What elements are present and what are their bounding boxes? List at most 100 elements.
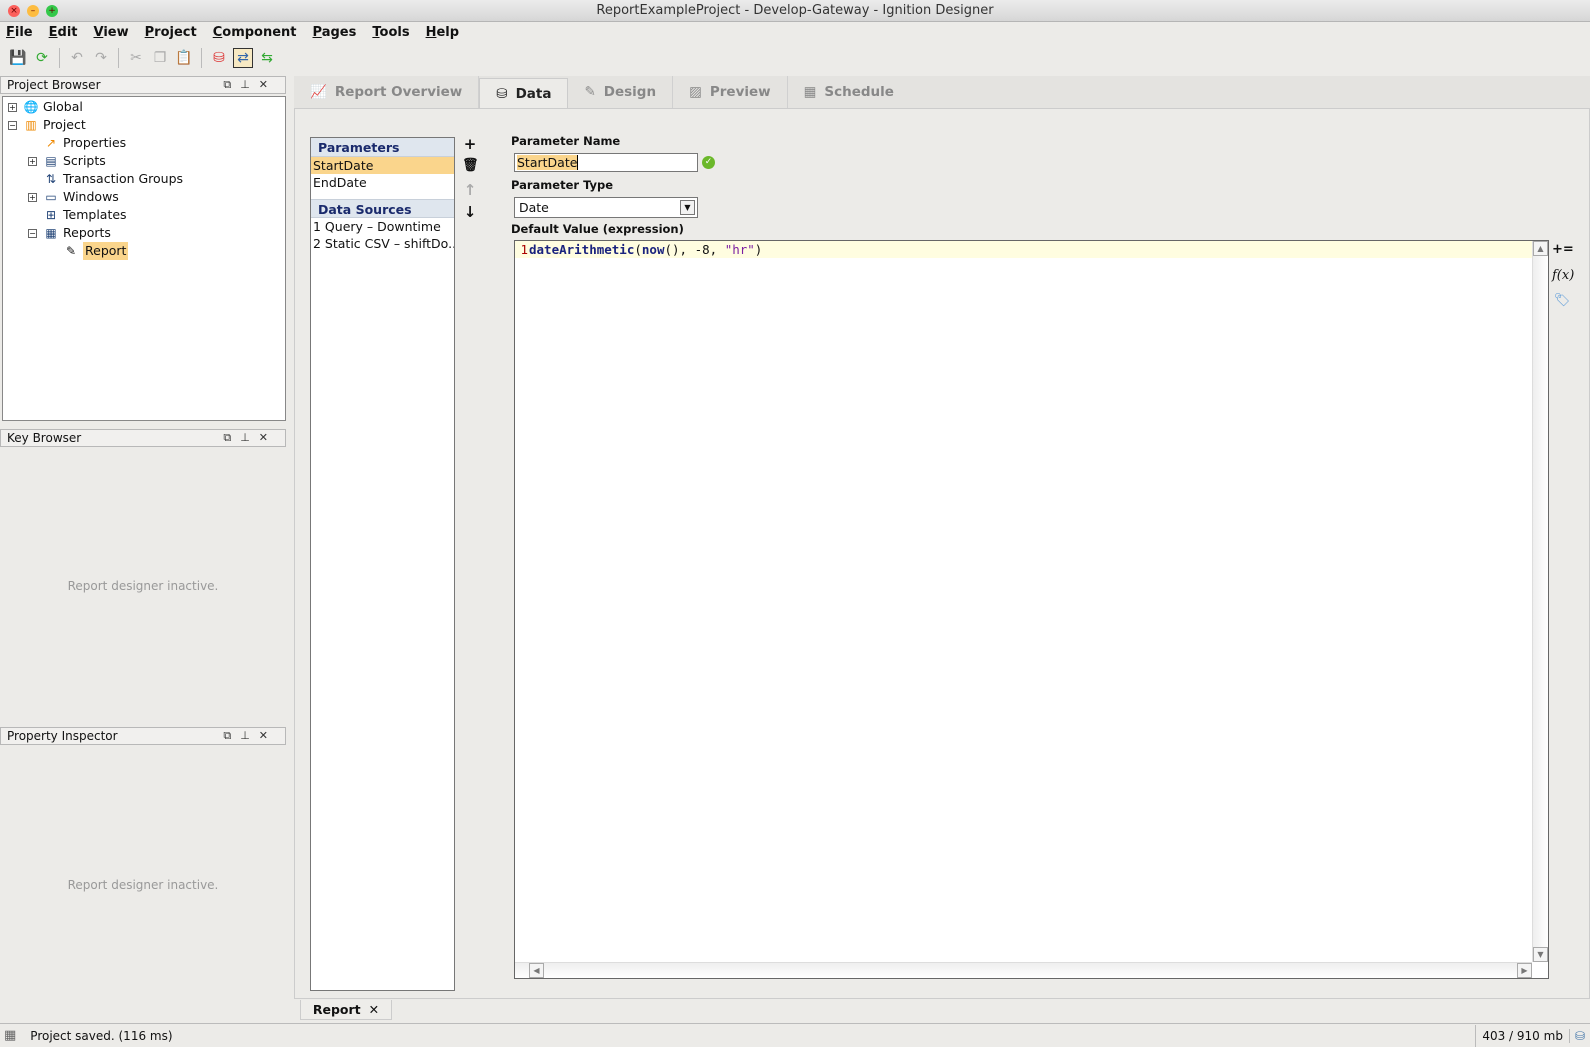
scroll-down-icon[interactable]: ▼ <box>1533 947 1548 962</box>
trash-icon[interactable]: 🗑 <box>462 158 479 174</box>
panel-controls[interactable]: ⧉⊥✕ <box>223 77 277 93</box>
panel-title: Property Inspector <box>7 729 118 743</box>
tree-item-scripts[interactable]: ▤ Scripts <box>43 152 106 170</box>
tree-label: Report <box>83 242 129 260</box>
collapse-icon[interactable]: − <box>8 121 17 130</box>
tab-schedule[interactable]: ▦ Schedule <box>788 76 910 108</box>
transaction-groups-icon: ⇅ <box>45 172 57 186</box>
undo-icon[interactable]: ↶ <box>67 48 87 68</box>
parameter-item[interactable]: StartDate <box>311 157 454 174</box>
code-token: ( <box>634 242 642 257</box>
chevron-down-icon[interactable]: ▼ <box>680 200 695 215</box>
scripts-icon: ▤ <box>45 154 57 168</box>
memory-usage[interactable]: 403 / 910 mb <box>1475 1024 1569 1047</box>
scroll-right-icon[interactable]: ▶ <box>1517 963 1532 978</box>
copy-icon[interactable]: ❐ <box>150 48 170 68</box>
comm-read-only-icon[interactable]: ⇄ <box>233 48 253 68</box>
parameter-name-input[interactable]: StartDate <box>514 153 698 172</box>
expand-icon[interactable]: + <box>8 103 17 112</box>
tab-design[interactable]: ✎ Design <box>568 76 674 108</box>
scroll-up-icon[interactable]: ▲ <box>1533 241 1548 256</box>
divider <box>59 48 60 68</box>
tree-item-transaction-groups[interactable]: ⇅ Transaction Groups <box>43 170 183 188</box>
add-icon[interactable]: + <box>462 135 478 153</box>
document-tab-report[interactable]: Report ✕ <box>300 1000 392 1020</box>
expand-icon[interactable]: + <box>28 193 37 202</box>
data-source-item[interactable]: 1 Query – Downtime <box>311 218 454 235</box>
menu-tools[interactable]: Tools <box>372 22 418 44</box>
tree-item-windows[interactable]: ▭ Windows <box>43 188 119 206</box>
parameter-type-select[interactable]: Date ▼ <box>514 197 698 218</box>
globe-icon: 🌐 <box>23 100 39 114</box>
menu-help[interactable]: Help <box>426 22 468 44</box>
insert-property-icon[interactable]: += <box>1552 242 1574 257</box>
paste-icon[interactable]: 📋 <box>174 48 194 68</box>
minimize-window-button[interactable]: – <box>27 5 39 17</box>
database-disconnect-icon[interactable]: ⛁ <box>209 48 229 68</box>
tab-report-overview[interactable]: 📈 Report Overview <box>294 76 480 108</box>
comm-read-write-icon[interactable]: ⇆ <box>257 48 277 68</box>
expression-editor[interactable]: 1dateArithmetic(now(), -8, "hr") ▲ ▼ ◀ ▶ <box>514 240 1549 979</box>
window-title: ReportExampleProject - Develop-Gateway -… <box>596 3 994 18</box>
refresh-icon[interactable]: ⟳ <box>32 48 52 68</box>
close-icon[interactable]: ✕ <box>369 1002 379 1017</box>
report-icon: ✎ <box>65 244 77 258</box>
project-tree: + 🌐 Global − ▥ Project ↗ Properties + ▤ Scri… <box>2 96 286 421</box>
tree-item-properties[interactable]: ↗ Properties <box>43 134 126 152</box>
function-icon[interactable]: f(x) <box>1552 268 1574 283</box>
menu-file[interactable]: File <box>6 22 42 44</box>
save-icon[interactable]: 💾 <box>8 48 28 68</box>
tree-item-report[interactable]: ✎ Report <box>63 242 129 260</box>
pencil-icon: ✎ <box>584 84 596 100</box>
tree-label: Transaction Groups <box>63 171 184 186</box>
properties-icon: ↗ <box>45 136 57 150</box>
database-icon: ⛁ <box>496 85 508 102</box>
scroll-left-icon[interactable]: ◀ <box>529 963 544 978</box>
code-line: 1dateArithmetic(now(), -8, "hr") <box>515 241 1532 258</box>
image-icon: ▨ <box>689 84 702 100</box>
project-browser-header: Project Browser ⧉⊥✕ <box>0 76 286 94</box>
tag-icon[interactable]: 🏷 <box>1552 293 1572 308</box>
panel-title: Key Browser <box>7 431 82 445</box>
vertical-scrollbar[interactable]: ▲ ▼ <box>1532 241 1548 962</box>
expand-icon[interactable]: + <box>28 157 37 166</box>
code-token: ) <box>754 242 763 257</box>
panel-controls[interactable]: ⧉⊥✕ <box>223 728 277 744</box>
maximize-window-button[interactable]: + <box>46 5 58 17</box>
report-tabs: 📈 Report Overview ⛁ Data ✎ Design ▨ Preview … <box>294 76 1590 109</box>
tree-item-templates[interactable]: ⊞ Templates <box>43 206 127 224</box>
menu-component[interactable]: Component <box>213 22 306 44</box>
gateway-connected-icon[interactable]: ⛁ <box>1568 1028 1590 1043</box>
menu-edit[interactable]: Edit <box>49 22 87 44</box>
cut-icon[interactable]: ✂ <box>126 48 146 68</box>
close-window-button[interactable]: × <box>8 5 20 17</box>
tree-label: Windows <box>63 189 119 204</box>
move-up-icon[interactable]: ↑ <box>462 181 478 199</box>
move-down-icon[interactable]: ↓ <box>462 203 478 221</box>
horizontal-scrollbar[interactable]: ◀ ▶ <box>515 962 1532 978</box>
valid-check-icon: ✓ <box>702 156 715 169</box>
menu-pages[interactable]: Pages <box>313 22 366 44</box>
data-source-item[interactable]: 2 Static CSV – shiftDo... <box>311 235 454 252</box>
redo-icon[interactable]: ↷ <box>91 48 111 68</box>
code-function: dateArithmetic <box>529 242 635 257</box>
grid-icon[interactable]: ▦ <box>4 1028 16 1043</box>
collapse-icon[interactable]: − <box>28 229 37 238</box>
status-message: Project saved. (116 ms) <box>30 1028 173 1043</box>
status-bar: ▦ Project saved. (116 ms) 403 / 910 mb ⛁ <box>0 1023 1590 1047</box>
tree-item-project[interactable]: ▥ Project <box>23 116 85 134</box>
panel-title: Project Browser <box>7 78 101 92</box>
tab-data[interactable]: ⛁ Data <box>479 78 569 108</box>
parameter-item[interactable]: EndDate <box>311 174 454 191</box>
divider <box>201 48 202 68</box>
project-icon: ▥ <box>25 118 37 132</box>
tab-preview[interactable]: ▨ Preview <box>673 76 788 108</box>
tree-item-reports[interactable]: ▦ Reports <box>43 224 111 242</box>
panel-controls[interactable]: ⧉⊥✕ <box>223 430 277 446</box>
tree-label: Scripts <box>63 153 106 168</box>
menu-view[interactable]: View <box>94 22 138 44</box>
property-inspector-header: Property Inspector ⧉⊥✕ <box>0 727 286 745</box>
tree-item-global[interactable]: 🌐 Global <box>23 98 83 116</box>
parameter-name-label: Parameter Name <box>511 134 621 148</box>
menu-project[interactable]: Project <box>145 22 206 44</box>
